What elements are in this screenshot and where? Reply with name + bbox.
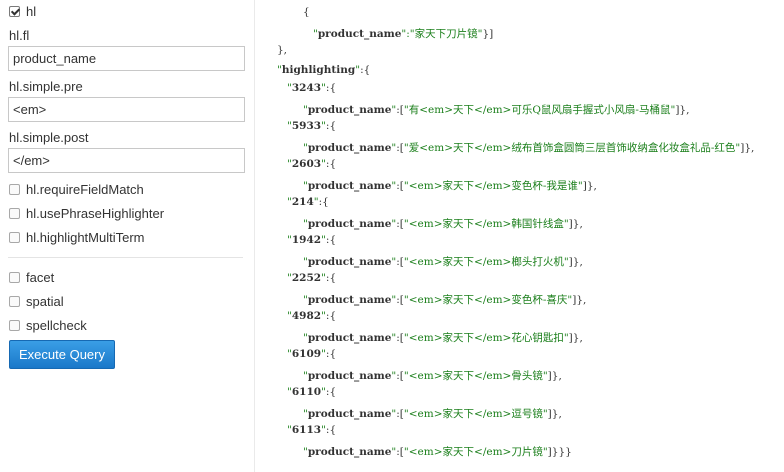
highlight-value-line: "product_name":["<em>家天下</em>刀片镜"]}}} [303,446,572,458]
facet-checkbox[interactable] [9,271,20,283]
json-open-brace: { [303,6,310,18]
hl-highlight-multi-term-option[interactable]: hl.highlightMultiTerm [9,228,145,246]
highlight-value-line: "product_name":["爱<em>天下</em>绒布首饰盒圆筒三层首饰… [303,142,755,154]
highlight-doc-id: 6109 [291,348,322,360]
json-highlighting-line: "highlighting":{ [277,64,371,76]
highlight-value-line: "product_name":["<em>家天下</em>变色杯-喜庆"]}, [303,294,587,306]
spellcheck-checkbox[interactable] [9,319,20,331]
highlight-doc-id: 6113 [291,424,322,436]
options-divider [8,257,243,258]
spellcheck-option[interactable]: spellcheck [9,316,87,334]
json-highlighting-key: highlighting [281,64,356,76]
hl-fl-label: hl.fl [9,28,30,43]
hl-use-phrase-highlighter-option[interactable]: hl.usePhraseHighlighter [9,204,164,222]
spatial-label: spatial [26,293,64,309]
highlight-doc-id: 4982 [291,310,322,322]
highlight-doc-id-line: "6110":{ [287,386,337,398]
hl-simple-post-input[interactable] [8,148,245,173]
highlight-snippet: <em>家天下</em>花心钥匙扣 [408,332,564,344]
highlight-field-key: product_name [307,370,392,382]
hl-highlight-multi-term-checkbox[interactable] [9,231,20,243]
highlight-snippet: <em>家天下</em>逗号镜 [408,408,543,420]
highlight-field-key: product_name [307,408,392,420]
highlight-doc-id-line: "5933":{ [287,120,337,132]
json-close-docs: }, [277,44,288,56]
highlight-value-line: "product_name":["<em>家天下</em>榔头打火机"]}, [303,256,583,268]
highlight-value-line: "product_name":["有<em>天下</em>可乐Q鼠风扇手握式小风… [303,104,690,116]
hl-checkbox[interactable] [9,5,20,17]
highlight-snippet: <em>家天下</em>榔头打火机 [408,256,564,268]
highlight-doc-id-line: "3243":{ [287,82,337,94]
highlight-snippet: <em>家天下</em>变色杯-我是谁 [408,180,578,192]
highlight-snippet: <em>家天下</em>变色杯-喜庆 [408,294,568,306]
highlight-field-key: product_name [307,446,392,458]
highlight-value-line: "product_name":["<em>家天下</em>变色杯-我是谁"]}, [303,180,597,192]
highlight-field-key: product_name [307,332,392,344]
hl-highlight-multi-term-label: hl.highlightMultiTerm [26,229,145,245]
facet-option[interactable]: facet [9,268,54,286]
hl-simple-pre-label: hl.simple.pre [9,79,83,94]
highlight-doc-id-line: "214":{ [287,196,329,208]
query-response-panel: { "product_name":"家天下刀片镜"}] }, "highligh… [255,0,784,472]
highlight-doc-id: 214 [291,196,314,208]
spatial-checkbox[interactable] [9,295,20,307]
spatial-option[interactable]: spatial [9,292,64,310]
query-options-panel: hl hl.fl hl.simple.pre hl.simple.post hl… [0,0,255,472]
highlight-field-key: product_name [307,180,392,192]
highlight-value-line: "product_name":["<em>家天下</em>骨头镜"]}, [303,370,562,382]
highlight-field-key: product_name [307,294,392,306]
json-field-key: product_name [317,28,402,40]
hl-use-phrase-highlighter-label: hl.usePhraseHighlighter [26,205,165,221]
hl-require-field-match-label: hl.requireFieldMatch [26,181,144,197]
hl-option[interactable]: hl [9,2,36,20]
highlight-doc-id: 3243 [291,82,322,94]
highlight-value-line: "product_name":["<em>家天下</em>花心钥匙扣"]}, [303,332,583,344]
highlight-value-line: "product_name":["<em>家天下</em>逗号镜"]}, [303,408,562,420]
spellcheck-label: spellcheck [26,317,87,333]
highlight-snippet: <em>家天下</em>骨头镜 [408,370,543,382]
hl-label: hl [26,3,37,19]
json-field-value: 家天下刀片镜 [414,28,478,40]
highlight-doc-id: 2252 [291,272,322,284]
facet-label: facet [26,269,55,285]
hl-fl-input[interactable] [8,46,245,71]
hl-simple-post-label: hl.simple.post [9,130,89,145]
highlight-field-key: product_name [307,104,392,116]
hl-simple-pre-input[interactable] [8,97,245,122]
highlight-snippet: <em>家天下</em>刀片镜 [408,446,543,458]
highlight-doc-id: 1942 [291,234,322,246]
highlight-doc-id: 5933 [291,120,322,132]
highlight-snippet: <em>家天下</em>韩国针线盒 [408,218,564,230]
highlight-doc-id-line: "4982":{ [287,310,337,322]
highlight-doc-id: 6110 [291,386,322,398]
hl-use-phrase-highlighter-checkbox[interactable] [9,207,20,219]
highlight-field-key: product_name [307,218,392,230]
highlight-snippet: 爱<em>天下</em>绒布首饰盒圆筒三层首饰收纳盒化妆盒礼品-红色 [408,142,736,154]
execute-query-button[interactable]: Execute Query [9,340,115,369]
highlight-doc-id: 2603 [291,158,322,170]
highlight-field-key: product_name [307,256,392,268]
highlight-doc-id-line: "2603":{ [287,158,337,170]
highlight-doc-id-line: "6113":{ [287,424,337,436]
highlight-doc-id-line: "2252":{ [287,272,337,284]
hl-require-field-match-option[interactable]: hl.requireFieldMatch [9,180,144,198]
highlight-doc-id-line: "1942":{ [287,234,337,246]
hl-require-field-match-checkbox[interactable] [9,183,20,195]
highlight-field-key: product_name [307,142,392,154]
highlight-snippet: 有<em>天下</em>可乐Q鼠风扇手握式小风扇-马桶鼠 [408,104,671,116]
highlight-doc-id-line: "6109":{ [287,348,337,360]
highlight-value-line: "product_name":["<em>家天下</em>韩国针线盒"]}, [303,218,583,230]
json-last-doc-line: "product_name":"家天下刀片镜"}] [313,28,494,40]
